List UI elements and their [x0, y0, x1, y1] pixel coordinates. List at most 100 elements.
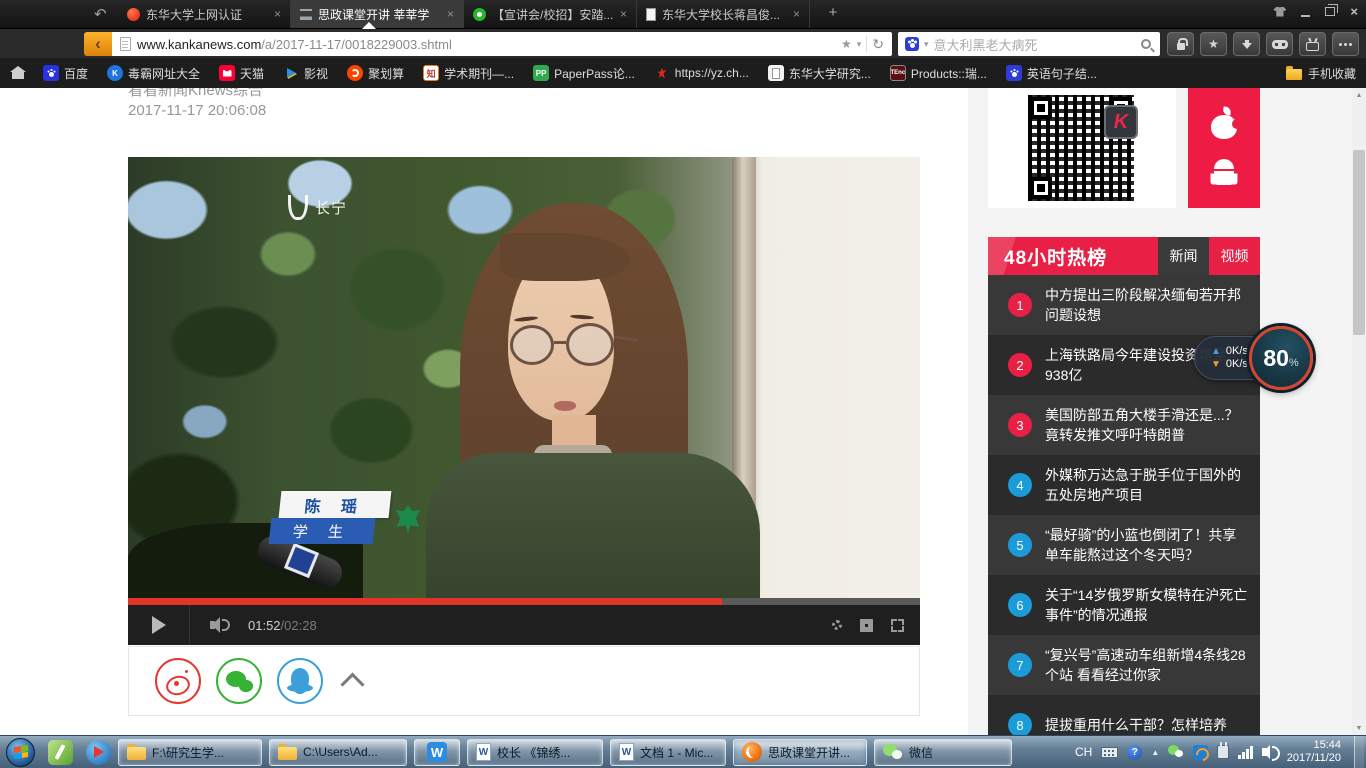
bookmark-juhuasuan[interactable]: 聚划算 [347, 65, 404, 82]
share-qq-button[interactable] [277, 658, 323, 704]
tab-video[interactable]: 视频 [1209, 237, 1260, 275]
tray-app-icon[interactable] [1193, 745, 1208, 760]
apple-icon[interactable] [1209, 107, 1239, 139]
bookmark-star-icon[interactable]: ★ [841, 37, 852, 51]
restore-icon[interactable] [1325, 7, 1335, 16]
tab-history-back-icon[interactable]: ↶ [94, 5, 107, 23]
scroll-up-button[interactable]: ▲ [1352, 88, 1366, 102]
search-box[interactable]: ▾ 意大利黑老大病死 [898, 32, 1160, 56]
search-icon[interactable] [1141, 39, 1151, 49]
caption-name: 陈 瑶 [279, 491, 392, 518]
taskbar-folder-f[interactable]: F:\研究生学... [118, 739, 262, 766]
bookmark-tmall[interactable]: 天猫 [219, 65, 264, 82]
language-indicator[interactable]: CH [1075, 745, 1092, 759]
bookmark-baidu[interactable]: 百度 [43, 65, 88, 82]
bookmark-video[interactable]: 影视 [283, 65, 328, 82]
share-weibo-button[interactable] [155, 658, 201, 704]
start-button[interactable] [6, 738, 35, 767]
tab-close-icon[interactable]: × [793, 7, 800, 21]
taskbar-wps[interactable]: W [414, 739, 460, 766]
bookmark-yz[interactable]: https://yz.ch... [654, 65, 749, 81]
close-icon[interactable]: × [1350, 4, 1358, 19]
settings-gear-icon[interactable] [832, 620, 842, 630]
volume-button[interactable] [210, 617, 232, 633]
notes-app-icon[interactable] [48, 740, 73, 765]
hot-list-item[interactable]: 4外媒称万达急于脱手位于国外的五处房地产项目 [988, 455, 1260, 515]
hot-list-item[interactable]: 1中方提出三阶段解决缅甸若开邦问题设想 [988, 275, 1260, 335]
menu-button[interactable] [1332, 32, 1359, 56]
tab-dhu-president[interactable]: 东华大学校长蒋昌俊... × [637, 0, 810, 28]
play-button[interactable] [128, 605, 190, 645]
taskbar-wechat[interactable]: 微信 [874, 739, 1012, 766]
speaker-icon[interactable] [1262, 748, 1269, 756]
search-input[interactable]: 意大利黑老大病死 [934, 35, 1136, 54]
hot-list-item[interactable]: 7“复兴号”高速动车组新增4条线28个站 看看经过你家 [988, 635, 1260, 695]
optimizer-ball-widget[interactable]: 80 % [1249, 326, 1313, 390]
collapse-chevron-icon[interactable] [338, 672, 368, 690]
bookmark-mobile-favorites[interactable]: 手机收藏 [1286, 58, 1356, 88]
tab-news[interactable]: 新闻 [1158, 237, 1209, 275]
scroll-down-button[interactable]: ▼ [1352, 721, 1366, 735]
video-controls-right [832, 619, 904, 632]
minimize-icon[interactable] [1301, 15, 1310, 17]
show-desktop-button[interactable] [1354, 736, 1364, 768]
search-engine-caret-icon[interactable]: ▾ [924, 39, 929, 50]
window-controls: × [1273, 4, 1358, 19]
help-icon[interactable]: ? [1127, 745, 1142, 760]
android-icon[interactable] [1209, 157, 1239, 189]
tab-kankanews-active[interactable]: 思政课堂开讲 莘莘学 × [291, 0, 464, 28]
tab-close-icon[interactable]: × [274, 7, 281, 21]
tab-dhu-auth[interactable]: 东华大学上网认证 × [118, 0, 291, 28]
hot-list-item[interactable]: 8提拔重用什么干部？怎样培养 [988, 695, 1260, 735]
network-signal-icon[interactable] [1238, 746, 1253, 759]
media-player-icon[interactable] [86, 740, 111, 765]
theater-mode-icon[interactable] [860, 619, 873, 632]
download-button[interactable] [1233, 32, 1260, 56]
scrollbar-thumb[interactable] [1353, 150, 1365, 335]
hot-list-item[interactable]: 6关于“14岁俄罗斯女模特在沪死亡事件”的情况通报 [988, 575, 1260, 635]
new-tab-button[interactable]: + [822, 4, 844, 24]
volume-wave-icon [222, 619, 230, 631]
clock[interactable]: 15:442017/11/20 [1287, 739, 1341, 765]
home-icon[interactable] [12, 72, 24, 79]
power-plug-icon[interactable] [1217, 745, 1229, 759]
hot-list-item[interactable]: 3美国防部五角大楼手滑还是...？竟转发推文呼吁特朗普 [988, 395, 1260, 455]
tab-close-icon[interactable]: × [620, 7, 627, 21]
folder-icon [278, 747, 297, 760]
tray-wechat-icon[interactable] [1168, 745, 1184, 759]
tab-career-talk[interactable]: 【宣讲会/校招】安踏... × [464, 0, 637, 28]
refresh-icon[interactable]: ↻ [872, 36, 884, 53]
video-frame[interactable]: 长宁 陈 瑶 学 生 [128, 157, 920, 598]
taskbar-folder-c[interactable]: C:\Users\Ad... [269, 739, 407, 766]
lock-button[interactable] [1167, 32, 1194, 56]
fullscreen-icon[interactable] [891, 619, 904, 632]
share-wechat-button[interactable] [216, 658, 262, 704]
skin-icon[interactable] [1273, 7, 1286, 17]
bookmark-english[interactable]: 英语句子结... [1006, 65, 1097, 82]
favorites-button[interactable]: ★ [1200, 32, 1227, 56]
video-progress-bar[interactable] [128, 598, 920, 605]
bookmark-dhu[interactable]: 东华大学研究... [768, 65, 871, 82]
taskbar-word-doc1[interactable]: W校长 《锦绣... [467, 739, 603, 766]
page-scrollbar[interactable]: ▲ ▼ [1352, 88, 1366, 735]
taskbar-word-doc2[interactable]: W文档 1 - Mic... [610, 739, 726, 766]
hidden-icons-chevron[interactable]: ▲ [1151, 748, 1159, 757]
taskbar-browser[interactable]: 思政课堂开讲... [733, 739, 867, 766]
bookmark-duba[interactable]: K毒霸网址大全 [107, 65, 200, 82]
star-caret-icon[interactable]: ▾ [857, 39, 862, 50]
bookmark-products[interactable]: TEncProducts::瑞... [890, 65, 987, 82]
search-engine-paw-icon[interactable] [905, 37, 919, 51]
browser-back-button[interactable]: ‹ [84, 32, 112, 56]
bookmark-journal[interactable]: 知学术期刊—... [423, 65, 514, 82]
video-player[interactable]: 长宁 陈 瑶 学 生 01:52/02:28 [128, 157, 920, 645]
bookmark-paperpass[interactable]: PPPaperPass论... [533, 65, 635, 82]
games-button[interactable] [1266, 32, 1293, 56]
url-field[interactable]: www.kankanews.com/a/2017-11-17/001822900… [112, 32, 892, 56]
tab-close-icon[interactable]: × [447, 7, 454, 21]
video-center-button[interactable] [1299, 32, 1326, 56]
app-download-panel[interactable] [1188, 88, 1260, 208]
hot-list-header: 48小时热榜 新闻 视频 [988, 237, 1260, 275]
hot-list-item[interactable]: 5“最好骑”的小蓝也倒闭了！共享单车能熬过这个冬天吗？ [988, 515, 1260, 575]
keyboard-icon[interactable] [1101, 747, 1118, 758]
url-text[interactable]: www.kankanews.com/a/2017-11-17/001822900… [137, 37, 452, 52]
